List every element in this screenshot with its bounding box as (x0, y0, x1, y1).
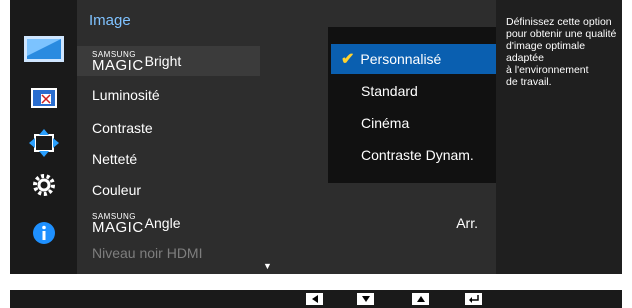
menu-item-nettete[interactable]: Netteté (77, 144, 260, 174)
category-sidebar (10, 0, 77, 274)
checkmark-icon: ✔ (341, 51, 355, 68)
menu-item-label: Luminosité (92, 87, 160, 103)
menu-item-magic-angle[interactable]: SAMSUNG MAGIC Angle Arr. (77, 208, 496, 238)
menu-item-luminosite[interactable]: Luminosité (77, 80, 260, 110)
enter-button-icon[interactable] (465, 293, 482, 305)
image-menu-panel: Image SAMSUNG MAGIC Bright Luminosité Co… (77, 0, 535, 274)
menu-item-contraste[interactable]: Contraste (77, 113, 260, 143)
resize-icon[interactable] (24, 128, 64, 158)
menu-item-couleur[interactable]: Couleur (77, 175, 260, 205)
button-guide-bar (10, 290, 622, 308)
up-arrow-button-icon[interactable] (412, 293, 429, 305)
osd-menu: Image SAMSUNG MAGIC Bright Luminosité Co… (10, 0, 622, 274)
menu-item-label: Netteté (92, 151, 138, 167)
samsung-magic-logo: SAMSUNG MAGIC (92, 49, 144, 74)
settings-gear-icon[interactable] (24, 170, 64, 200)
menu-item-label: Couleur (92, 182, 142, 198)
menu-item-label: Niveau noir HDMI (92, 245, 203, 261)
menu-item-niveau-noir-hdmi: Niveau noir HDMI (77, 238, 260, 268)
down-arrow-button-icon[interactable] (357, 293, 374, 305)
picture-icon[interactable] (24, 34, 64, 64)
option-label: Cinéma (361, 115, 410, 131)
scroll-down-indicator[interactable]: ▼ (263, 261, 272, 271)
menu-item-label: Contraste (92, 120, 153, 136)
help-panel: Définissez cette option pour obtenir une… (496, 0, 622, 274)
help-text: Définissez cette option pour obtenir une… (506, 16, 617, 88)
screen-size-icon[interactable] (24, 83, 64, 113)
menu-item-label: Angle (144, 215, 181, 231)
menu-item-label: Bright (144, 53, 182, 69)
option-label: Personnalisé (360, 51, 442, 67)
samsung-magic-logo: SAMSUNG MAGIC (92, 211, 144, 236)
menu-item-value: Arr. (456, 215, 478, 231)
option-label: Contraste Dynam. (361, 147, 474, 163)
info-icon[interactable] (24, 218, 64, 248)
menu-item-magic-bright[interactable]: SAMSUNG MAGIC Bright (77, 46, 260, 76)
menu-title: Image (89, 12, 131, 29)
option-label: Standard (361, 83, 418, 99)
left-arrow-button-icon[interactable] (306, 293, 323, 305)
